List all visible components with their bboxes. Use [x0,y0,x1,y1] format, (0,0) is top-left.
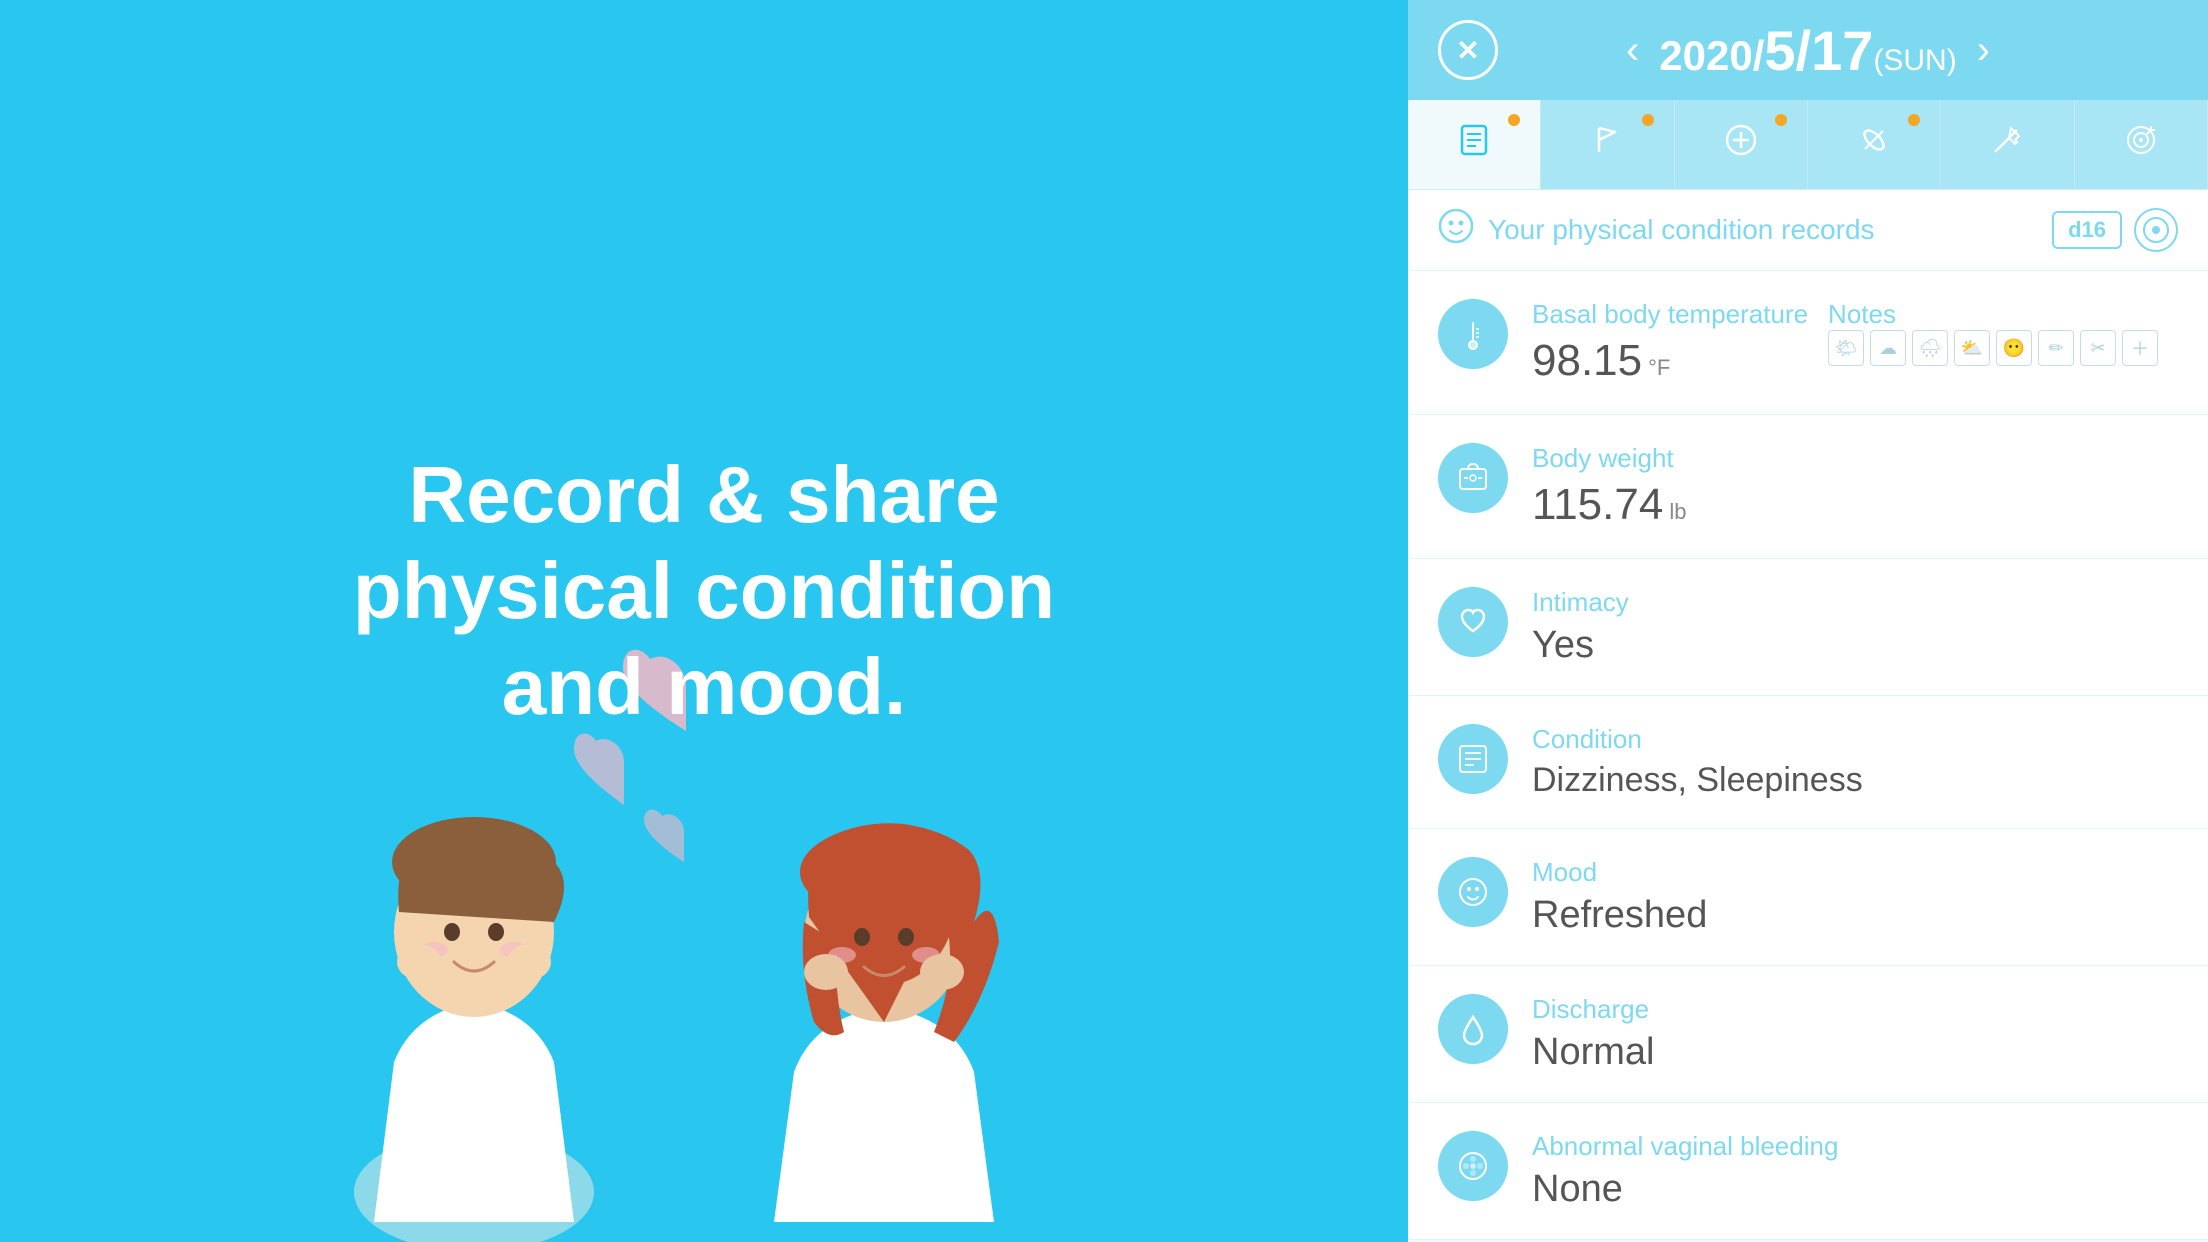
body-weight-label: Body weight [1532,443,2178,474]
headline-line1: Record & share [408,450,999,539]
notes-tab-icon [1456,122,1492,167]
notes-icons-row: 🌤 ☁ 🌧 ⛅ 😶 ✏ ✂ ＋ [1828,330,2158,366]
discharge-label: Discharge [1532,994,2178,1025]
note-icon-plus: ＋ [2122,330,2158,366]
prev-arrow[interactable]: ‹ [1626,28,1639,73]
tab-target[interactable] [2075,100,2208,189]
tab-notes-dot [1508,114,1520,126]
intimacy-content: Intimacy Yes [1532,587,2178,667]
notes-label: Notes [1828,299,2158,330]
next-arrow[interactable]: › [1977,28,1990,73]
note-icon-rain: 🌧 [1912,330,1948,366]
mood-label: Mood [1532,857,2178,888]
discharge-icon [1438,994,1508,1064]
discharge-content: Discharge Normal [1532,994,2178,1074]
records-title: Your physical condition records [1488,214,1875,246]
condition-icon [1438,724,1508,794]
tab-injection[interactable] [1941,100,2074,189]
bleeding-label: Abnormal vaginal bleeding [1532,1131,2178,1162]
condition-value: Dizziness, Sleepiness [1532,761,2178,800]
record-bleeding: Abnormal vaginal bleeding None [1408,1103,2208,1240]
tab-bar [1408,100,2208,190]
injection-tab-icon [1989,122,2025,167]
headline: Record & share physical condition and mo… [273,447,1135,735]
note-icon-scissors: ✂ [2080,330,2116,366]
bleeding-icon [1438,1131,1508,1201]
tab-flag-dot [1642,114,1654,126]
record-body-weight: Body weight 115.74lb [1408,415,2208,559]
records-title-group: Your physical condition records [1438,208,1875,252]
records-face-icon [1438,208,1474,252]
mood-icon [1438,857,1508,927]
basal-temp-label: Basal body temperature [1532,299,1808,330]
date-navigation: ‹ 2020/5/17(SUN) › [1626,18,1990,83]
headline-line2: physical condition [353,546,1055,635]
tab-medicine-dot [1908,114,1920,126]
record-intimacy: Intimacy Yes [1408,559,2208,696]
discharge-value: Normal [1532,1031,2178,1074]
right-panel: ✕ ‹ 2020/5/17(SUN) › [1408,0,2208,1242]
bleeding-content: Abnormal vaginal bleeding None [1532,1131,2178,1211]
medicine-tab-icon [1856,122,1892,167]
basal-temp-icon [1438,299,1508,369]
date-display: 2020/5/17(SUN) [1659,18,1956,83]
tab-add[interactable] [1675,100,1808,189]
records-list: Basal body temperature 98.15°F Notes 🌤 ☁… [1408,271,2208,1242]
note-icon-cloud: ☁ [1870,330,1906,366]
record-condition: Condition Dizziness, Sleepiness [1408,696,2208,829]
note-icon-partly: ⛅ [1954,330,1990,366]
day-display: 5/17 [1764,19,1873,82]
record-mood: Mood Refreshed [1408,829,2208,966]
year-display: 2020/ [1659,32,1764,79]
tab-notes[interactable] [1408,100,1541,189]
body-weight-icon [1438,443,1508,513]
bleeding-value: None [1532,1168,2178,1211]
basal-temp-content: Basal body temperature 98.15°F Notes 🌤 ☁… [1532,299,2178,386]
add-tab-icon [1723,122,1759,167]
tab-flag[interactable] [1541,100,1674,189]
mood-content: Mood Refreshed [1532,857,2178,937]
records-header: Your physical condition records d16 [1408,190,2208,271]
intimacy-icon [1438,587,1508,657]
flag-tab-icon [1589,122,1625,167]
left-panel: Record & share physical condition and mo… [0,0,1408,1242]
target-tab-icon [2123,122,2159,167]
basal-temp-value: 98.15°F [1532,336,1808,386]
condition-content: Condition Dizziness, Sleepiness [1532,724,2178,800]
body-weight-value: 115.74lb [1532,480,2178,530]
close-button[interactable]: ✕ [1438,20,1498,80]
note-icon-face: 😶 [1996,330,2032,366]
note-icon-sun: 🌤 [1828,330,1864,366]
header: ✕ ‹ 2020/5/17(SUN) › [1408,0,2208,100]
body-weight-content: Body weight 115.74lb [1532,443,2178,530]
records-settings-button[interactable] [2134,208,2178,252]
tab-add-dot [1775,114,1787,126]
dow-display: (SUN) [1873,44,1956,77]
condition-label: Condition [1532,724,2178,755]
record-basal-temp: Basal body temperature 98.15°F Notes 🌤 ☁… [1408,271,2208,415]
tab-medicine[interactable] [1808,100,1941,189]
records-badge[interactable]: d16 [2052,211,2122,249]
intimacy-value: Yes [1532,624,2178,667]
note-icon-edit: ✏ [2038,330,2074,366]
record-discharge: Discharge Normal [1408,966,2208,1103]
mood-value: Refreshed [1532,894,2178,937]
intimacy-label: Intimacy [1532,587,2178,618]
headline-line3: and mood. [502,642,906,731]
